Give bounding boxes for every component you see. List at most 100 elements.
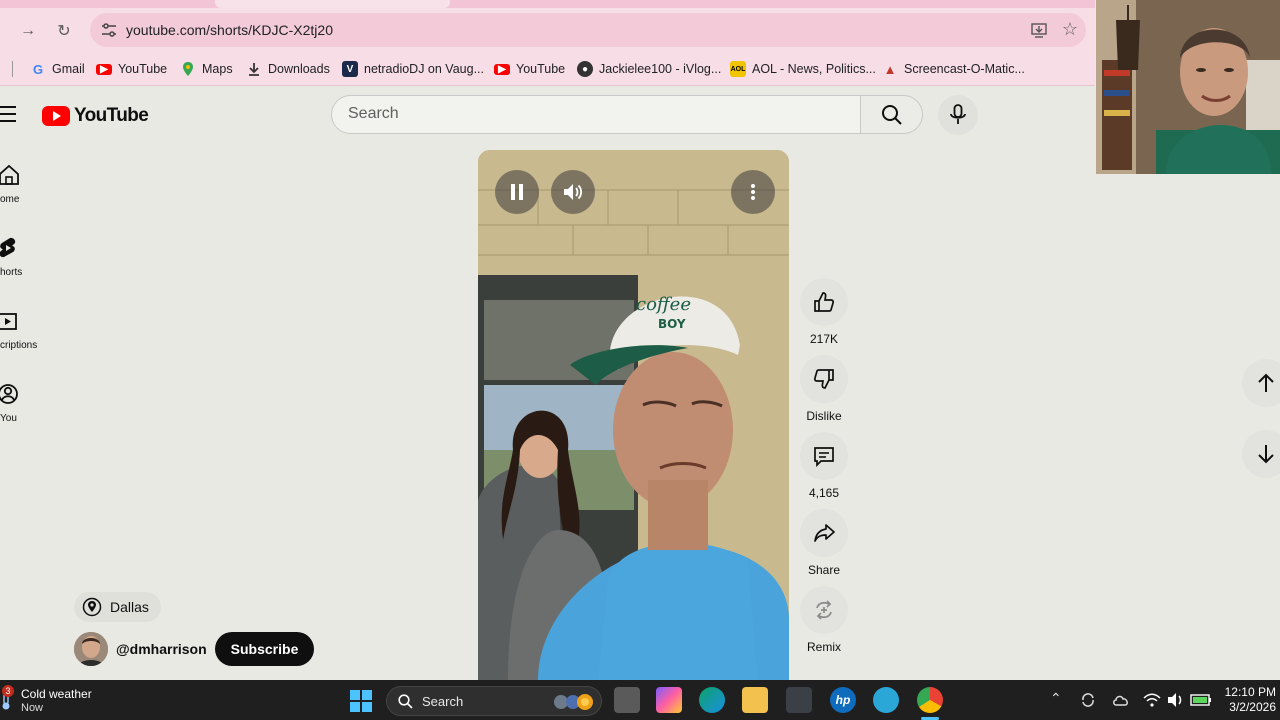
taskbar-search[interactable]: Search [386,686,602,716]
bookmark-label: Screencast-O-Matic... [904,62,1025,76]
nav-shorts[interactable]: horts [0,237,60,297]
speaker-icon[interactable] [1167,692,1185,708]
maps-pin-icon [183,62,193,76]
task-view-icon[interactable] [614,687,640,713]
svg-text:BOY: BOY [658,317,686,331]
bookmarks-bar: G Gmail ▶ YouTube Maps Downloads V netra… [0,52,1095,86]
copilot-icon[interactable] [656,687,682,713]
nav-label: horts [0,267,23,278]
nav-home[interactable]: ome [0,164,60,224]
install-app-icon[interactable] [1030,21,1048,39]
bookmark-star-icon[interactable]: ☆ [1062,19,1078,40]
more-options-button[interactable] [731,170,775,214]
bookmark-label: YouTube [516,62,566,76]
battery-icon[interactable] [1190,692,1212,708]
remix-action: Remix [800,586,848,654]
bookmark-label: Downloads [268,62,330,76]
dislike-button[interactable] [800,355,848,403]
share-label: Share [807,563,841,577]
search-input[interactable] [348,105,828,123]
remix-icon [816,600,832,620]
bookmark-label: YouTube [118,62,168,76]
clock-time: 12:10 PM [1224,685,1276,699]
subscribe-button[interactable]: Subscribe [214,632,315,666]
nav-label: You [0,413,17,424]
webcam-person-image [1096,0,1280,174]
address-bar[interactable]: youtube.com/shorts/KDJC-X2tj20 ☆ [90,13,1086,47]
svg-text:coffee: coffee [636,294,691,315]
weather-badge: 3 [2,685,14,697]
url-text[interactable]: youtube.com/shorts/KDJC-X2tj20 [126,22,333,38]
pause-button[interactable] [495,170,539,214]
reload-icon[interactable]: ↻ [51,18,77,44]
search-button[interactable] [860,95,923,134]
youtube-logo-text: YouTube [74,105,149,126]
youtube-header: YouTube [0,86,1095,144]
system-clock[interactable]: 12:10 PM 3/2/2026 [1225,685,1276,715]
bookmark-netradiodj[interactable]: V netradioDJ on Vaug... [342,59,484,79]
bookmark-maps[interactable]: Maps [180,59,233,79]
comment-icon [814,447,834,467]
taskbar-search-placeholder: Search [422,694,464,709]
vaughn-icon: V [342,61,358,77]
voice-search-button[interactable] [938,95,978,135]
share-button[interactable] [800,509,848,557]
pause-icon [511,184,523,200]
comment-button[interactable] [800,432,848,480]
like-count: 217K [809,332,839,346]
bookmarks-separator [12,61,13,77]
location-label: Dallas [110,599,149,615]
avatar[interactable] [74,632,108,666]
webcam-overlay [1096,0,1280,174]
forward-icon[interactable]: → [15,18,41,44]
cloud-icon[interactable] [1112,692,1130,708]
site-settings-icon[interactable] [100,21,118,39]
sync-icon[interactable] [1080,692,1096,708]
next-short-button[interactable] [1242,430,1280,478]
search-box [331,95,861,134]
bookmark-gmail[interactable]: G Gmail [30,59,85,79]
search-icon [881,104,902,125]
menu-icon[interactable] [0,106,16,122]
browser-tab-strip [0,0,1095,8]
chevron-up-icon[interactable]: ⌃ [1050,690,1062,707]
location-chip[interactable]: Dallas [74,592,161,622]
shorts-video-player[interactable]: coffee BOY [478,150,789,680]
remix-label: Remix [806,640,841,654]
weather-title: Cold weather [21,687,92,701]
like-action: 217K [800,278,848,346]
bookmark-youtube-2[interactable]: ▶ YouTube [494,59,565,79]
edge-icon[interactable] [699,687,725,713]
youtube-logo[interactable]: YouTube [42,105,149,127]
location-pin-icon [82,597,102,617]
youtube-icon: ▶ [96,63,112,75]
bookmark-youtube-1[interactable]: ▶ YouTube [96,59,167,79]
share-action: Share [800,509,848,577]
nav-subscriptions[interactable]: criptions [0,310,60,370]
share-icon [814,524,835,542]
windows-start-icon[interactable] [349,689,373,713]
bookmark-jackielee[interactable]: ● Jackielee100 - iVlog... [577,59,721,79]
channel-info: @dmharrison Subscribe [74,632,315,666]
bookmark-aol[interactable]: AOL AOL - News, Politics... [730,59,876,79]
search-icon [398,694,413,709]
file-explorer-icon[interactable] [742,687,768,713]
screencast-icon: ▲ [883,61,897,77]
volume-button[interactable] [551,170,595,214]
video-frame-image: coffee BOY [478,150,789,680]
wifi-icon[interactable] [1143,692,1161,708]
chrome-icon[interactable] [917,687,943,713]
nav-you[interactable]: You [0,383,60,443]
remix-button[interactable] [800,586,848,634]
bookmark-downloads[interactable]: Downloads [246,59,330,79]
hp-icon[interactable]: hp [830,687,856,713]
ivlog-icon: ● [577,61,593,77]
bookmark-screencast[interactable]: ▲ Screencast-O-Matic... [882,59,1025,79]
previous-short-button[interactable] [1242,359,1280,407]
support-assistant-icon[interactable] [873,687,899,713]
like-button[interactable] [800,278,848,326]
microsoft-store-icon[interactable] [786,687,812,713]
weather-widget[interactable]: 3 Cold weather Now [0,685,110,717]
channel-handle[interactable]: @dmharrison [116,641,207,657]
active-tab[interactable] [215,0,450,8]
